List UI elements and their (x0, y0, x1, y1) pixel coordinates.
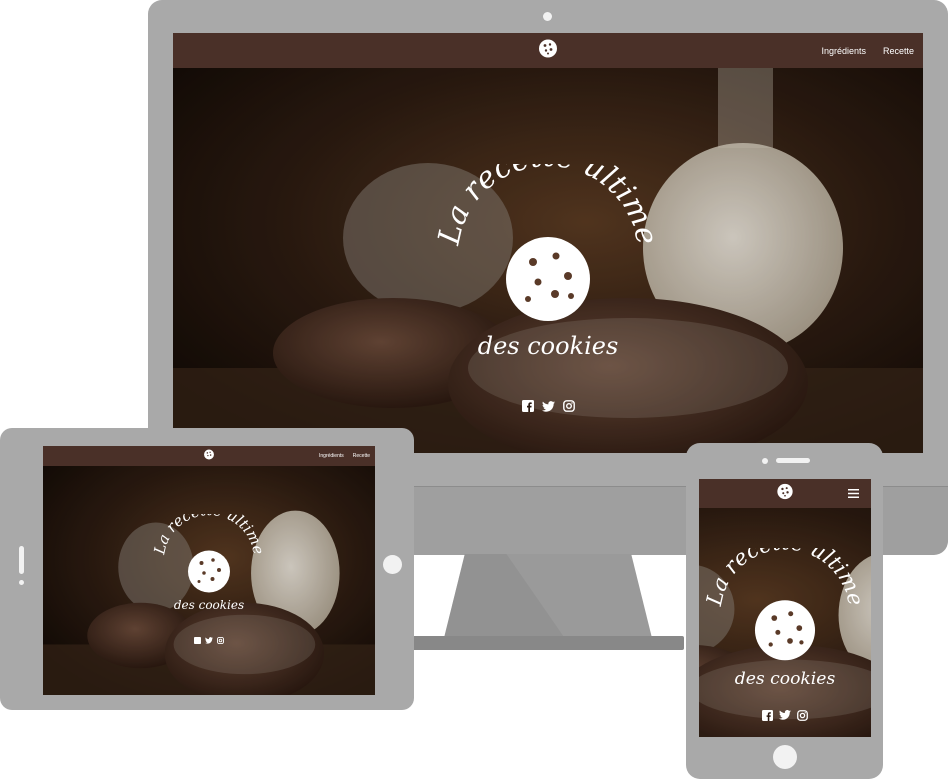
phone-social-icons (755, 708, 815, 722)
desktop-navbar: Ingrédients Recette (173, 33, 923, 68)
phone-screen: La recette ultime des cookies (699, 479, 871, 737)
phone-camera-icon (762, 458, 768, 464)
hamburger-menu-icon[interactable] (848, 485, 859, 503)
monitor-stand-base (412, 636, 684, 650)
facebook-icon[interactable] (194, 637, 201, 644)
phone-speaker (776, 458, 810, 463)
desktop-social-icons (513, 398, 583, 414)
hero-title-line2: des cookies (735, 669, 836, 689)
instagram-icon[interactable] (217, 637, 224, 644)
twitter-icon[interactable] (541, 400, 555, 412)
tablet-screen: Ingrédients Recette La recette ultime de… (43, 446, 375, 695)
desktop-nav-links: Ingrédients Recette (821, 33, 914, 68)
nav-link-ingredients[interactable]: Ingrédients (319, 453, 344, 459)
hero-title: La recette ultime des cookies (702, 548, 868, 689)
monitor-camera-icon (543, 12, 552, 21)
hero-title-line1: La recette ultime (431, 164, 664, 249)
twitter-icon[interactable] (779, 710, 791, 720)
facebook-icon[interactable] (521, 400, 534, 412)
tablet-social-icons (184, 636, 234, 645)
nav-link-recette[interactable]: Recette (353, 453, 370, 459)
hero-title: La recette ultime des cookies (150, 514, 268, 612)
svg-text:La recette ultime: La recette ultime (431, 164, 664, 249)
hero-title-line1: La recette ultime (150, 514, 268, 557)
tablet-nav-links: Ingrédients Recette (319, 446, 370, 466)
instagram-icon[interactable] (797, 709, 808, 721)
cookie-icon[interactable] (538, 38, 558, 63)
tablet-navbar: Ingrédients Recette (43, 446, 375, 466)
tablet-camera-icon (19, 580, 24, 585)
phone-navbar (699, 479, 871, 508)
svg-text:La recette ultime: La recette ultime (150, 514, 268, 557)
twitter-icon[interactable] (205, 637, 213, 644)
hero-title-line1: La recette ultime (702, 548, 868, 609)
cookie-icon[interactable] (204, 447, 215, 465)
hero-cookie-icon (754, 600, 816, 661)
hero-title-line2: des cookies (478, 332, 619, 360)
tablet-home-button (383, 555, 402, 574)
facebook-icon[interactable] (762, 709, 773, 721)
hero-title-line2: des cookies (174, 598, 244, 612)
hero-cookie-icon (506, 237, 590, 321)
cookie-icon[interactable] (777, 483, 794, 505)
svg-text:La recette ultime: La recette ultime (702, 548, 868, 609)
nav-link-recette[interactable]: Recette (883, 46, 914, 56)
desktop-screen: Ingrédients Recette La recette ultime (173, 33, 923, 453)
tablet-side-bar (19, 546, 24, 574)
desktop-hero: La recette ultime des cookies (173, 68, 923, 453)
hero-title: La recette ultime des cookies (431, 164, 664, 360)
tablet-hero: La recette ultime des cookies (43, 466, 375, 695)
phone-hero: La recette ultime des cookies (699, 508, 871, 737)
phone-home-button (773, 745, 797, 769)
hero-cookie-icon (188, 550, 230, 593)
instagram-icon[interactable] (562, 400, 575, 412)
nav-link-ingredients[interactable]: Ingrédients (821, 46, 866, 56)
